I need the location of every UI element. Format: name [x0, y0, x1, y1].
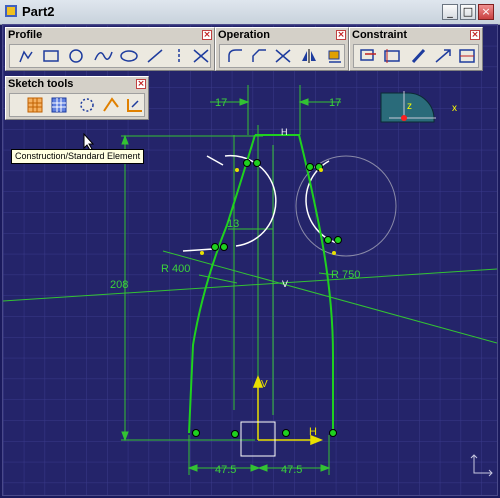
auto-constraint-icon[interactable] — [456, 46, 478, 66]
part-document-icon — [5, 5, 17, 17]
constraint-toolbar-row — [353, 44, 479, 68]
circle-icon[interactable] — [66, 46, 88, 66]
trim-icon[interactable] — [272, 46, 294, 66]
operation-toolbar-close-button[interactable]: × — [336, 30, 346, 40]
axis-icon[interactable] — [168, 46, 190, 66]
dim-top-right[interactable]: 17 — [329, 97, 341, 109]
profile-icon[interactable] — [15, 46, 37, 66]
axis-v-label: V — [261, 379, 268, 390]
close-button[interactable]: × — [478, 4, 494, 20]
profile-toolbar-row — [9, 44, 211, 68]
operation-toolbar-title: Operation — [218, 29, 270, 41]
dim-top-left[interactable]: 17 — [215, 97, 227, 109]
operation-toolbar: Operation × — [215, 27, 349, 71]
dimensional-constraints-icon[interactable] — [124, 95, 146, 115]
project-3d-icon[interactable] — [324, 46, 346, 66]
dim-base-right[interactable]: 47.5 — [281, 464, 302, 476]
animate-constraint-icon[interactable] — [432, 46, 454, 66]
sketch-viewport[interactable]: 17 17 13 R 400 R 750 208 47.5 47.5 H V V… — [2, 24, 498, 496]
sketch-tools-toolbar-title: Sketch tools — [8, 78, 74, 90]
sketch-tools-toolbar-row — [9, 93, 145, 117]
operation-toolbar-row — [219, 44, 345, 68]
profile-toolbar-close-button[interactable]: × — [202, 30, 212, 40]
construction-element-icon[interactable] — [76, 95, 98, 115]
constraint-icon[interactable] — [382, 46, 404, 66]
sketch-tools-toolbar: Sketch tools × — [5, 76, 149, 120]
part-window: Part2 _ □ × 17 17 13 R 400 R 750 208 47.… — [0, 0, 500, 498]
dim-mid[interactable]: 13 — [227, 218, 239, 230]
ellipse-icon[interactable] — [118, 46, 140, 66]
axis-h-label: H — [309, 426, 317, 438]
mirror-icon[interactable] — [298, 46, 320, 66]
tooltip: Construction/Standard Element — [11, 149, 145, 164]
spline-icon[interactable] — [92, 46, 114, 66]
point-icon[interactable] — [190, 46, 212, 66]
grid-icon[interactable] — [24, 95, 46, 115]
line-icon[interactable] — [144, 46, 166, 66]
minimize-button[interactable]: _ — [442, 4, 458, 20]
snap-to-point-icon[interactable] — [48, 95, 70, 115]
geometric-constraints-icon[interactable] — [100, 95, 122, 115]
window-title: Part2 — [22, 4, 55, 19]
sketch-tools-toolbar-close-button[interactable]: × — [136, 79, 146, 89]
edit-constraint-icon[interactable] — [408, 46, 430, 66]
title-bar[interactable]: Part2 _ □ × — [0, 0, 500, 25]
constraint-toolbar: Constraint × — [349, 27, 483, 71]
label-v-mid: V — [282, 279, 288, 289]
compass-x-label: x — [452, 103, 457, 114]
rectangle-icon[interactable] — [40, 46, 62, 66]
dim-base-left[interactable]: 47.5 — [215, 464, 236, 476]
constraint-dialog-icon[interactable] — [358, 46, 380, 66]
dim-height[interactable]: 208 — [110, 279, 128, 291]
profile-toolbar-title: Profile — [8, 29, 43, 41]
chamfer-icon[interactable] — [248, 46, 270, 66]
dim-radius-left[interactable]: R 400 — [161, 263, 190, 275]
corner-icon[interactable] — [224, 46, 246, 66]
label-h-top: H — [281, 127, 288, 137]
constraint-toolbar-title: Constraint — [352, 29, 407, 41]
dim-radius-right[interactable]: R 750 — [331, 269, 360, 281]
profile-toolbar: Profile × — [5, 27, 215, 71]
compass-z-label: z — [407, 101, 412, 112]
maximize-button[interactable]: □ — [460, 4, 476, 20]
constraint-toolbar-close-button[interactable]: × — [470, 30, 480, 40]
